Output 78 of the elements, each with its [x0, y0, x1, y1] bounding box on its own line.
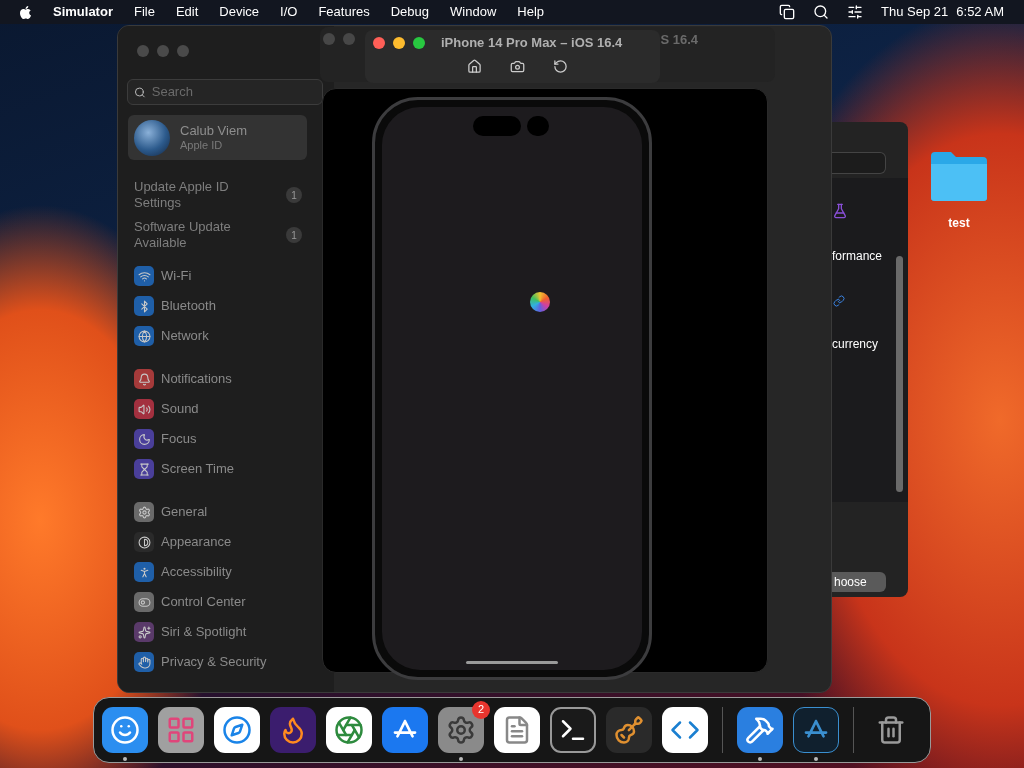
notice-item[interactable]: Update Apple ID Settings 1: [134, 179, 302, 211]
sidebar-item[interactable]: Privacy & Security: [134, 647, 267, 677]
notification-badge: 2: [472, 700, 490, 719]
camera-icon[interactable]: [510, 59, 525, 74]
menu-time[interactable]: 6:52 AM: [956, 2, 1004, 22]
home-icon[interactable]: [467, 59, 482, 74]
menu-item[interactable]: File: [133, 2, 155, 22]
close-button[interactable]: [373, 37, 385, 49]
menu-item[interactable]: I/O: [280, 2, 298, 22]
control-center-icon[interactable]: [847, 4, 864, 20]
dock-app-tile[interactable]: [438, 706, 484, 753]
search-icon: [134, 85, 146, 99]
smiling-face-icon: [110, 714, 140, 745]
dock-app-tile[interactable]: [606, 706, 652, 753]
sidebar-item[interactable]: Notifications: [134, 364, 232, 394]
search-field[interactable]: [832, 152, 886, 174]
dock-app-tile[interactable]: [214, 706, 260, 753]
count-badge: 1: [286, 227, 302, 243]
menu-item[interactable]: Device: [219, 2, 260, 22]
sidebar-item[interactable]: Accessibility: [134, 557, 232, 587]
sidebar-item[interactable]: Bluetooth: [134, 291, 216, 321]
aperture-icon: [334, 714, 364, 745]
dock-app-tile[interactable]: [494, 706, 540, 753]
notice-label: Software Update Available: [134, 219, 232, 251]
loading-spinner-icon: [530, 292, 550, 312]
sidebar-item[interactable]: General: [134, 497, 208, 527]
screen-mirroring-icon[interactable]: [779, 4, 796, 20]
minimize-button[interactable]: [393, 37, 405, 49]
rotate-icon[interactable]: [553, 59, 568, 74]
menu-item[interactable]: Help: [517, 2, 545, 22]
dock-app-tile[interactable]: [737, 706, 783, 753]
apple-icon[interactable]: [18, 4, 33, 20]
sidebar-item[interactable]: Screen Time: [134, 454, 234, 484]
sidebar-item[interactable]: Siri & Spotlight: [134, 617, 247, 647]
scrollbar[interactable]: [896, 256, 903, 492]
sidebar-item[interactable]: Wi-Fi: [134, 261, 192, 291]
notice-label: Update Apple ID Settings: [134, 179, 230, 211]
choose-button[interactable]: hoose: [832, 572, 886, 592]
folder-icon[interactable]: [929, 150, 989, 202]
dock-app-tile[interactable]: [102, 706, 148, 753]
item-label: currency: [832, 336, 879, 353]
sidebar-item[interactable]: Control Center: [134, 587, 246, 617]
search-field[interactable]: Search: [127, 79, 323, 105]
window-title: S 16.4: [660, 31, 698, 49]
compass-icon: [222, 714, 252, 745]
dock-app-tile[interactable]: [158, 706, 204, 753]
dock-app-tile[interactable]: [382, 706, 428, 753]
account-subtitle: Apple ID: [180, 138, 224, 153]
menu-item[interactable]: Edit: [175, 2, 199, 22]
dock-app-tile[interactable]: [793, 706, 839, 753]
dock-app-tile[interactable]: [270, 706, 316, 753]
guitar-icon: [614, 714, 644, 745]
menu-app-name[interactable]: Simulator: [53, 2, 113, 22]
sidebar-item[interactable]: Sound: [134, 394, 199, 424]
dock-app-tile[interactable]: [326, 706, 372, 753]
menu-item[interactable]: Features: [318, 2, 370, 22]
folder-label[interactable]: test: [948, 214, 970, 232]
account-name: Calub Viem: [180, 122, 247, 139]
search-icon[interactable]: [813, 4, 830, 20]
zoom-button[interactable]: [413, 37, 425, 49]
gear-icon: [446, 714, 476, 745]
dock-app-tile[interactable]: [550, 706, 596, 753]
search-input[interactable]: Search: [151, 82, 316, 102]
notice-item[interactable]: Software Update Available 1: [134, 219, 302, 251]
count-badge: 1: [286, 187, 302, 203]
sidebar-item[interactable]: Focus: [134, 424, 197, 454]
earth-avatar-icon: [134, 119, 170, 156]
dock-app-tile[interactable]: [662, 706, 708, 753]
window-title: iPhone 14 Pro Max – iOS 16.4: [441, 34, 623, 53]
menu-item[interactable]: Debug: [390, 2, 430, 22]
menu-item[interactable]: Window: [450, 2, 497, 22]
sidebar-item[interactable]: Network: [134, 321, 209, 351]
trash-icon: [876, 714, 906, 745]
account-card[interactable]: Calub Viem Apple ID: [128, 115, 307, 160]
item-label: formance: [832, 248, 884, 265]
menu-date[interactable]: Thu Sep 21: [881, 2, 949, 22]
sidebar-item[interactable]: Appearance: [134, 527, 232, 557]
dynamic-island: [473, 116, 521, 136]
